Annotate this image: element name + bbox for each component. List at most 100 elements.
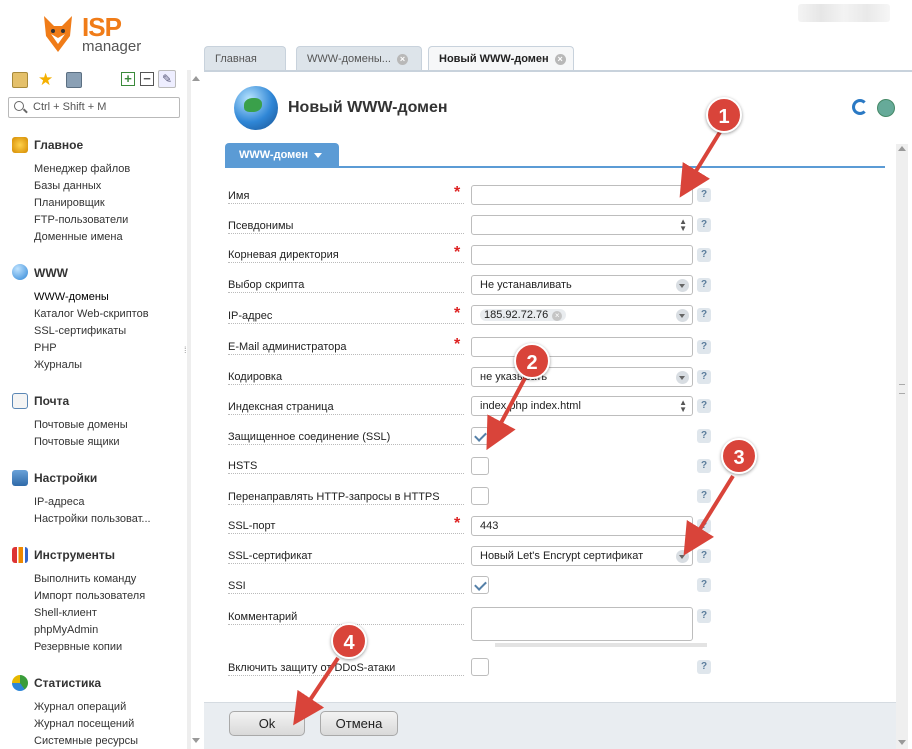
sidebar-section-statistics[interactable]: Статистика — [34, 676, 101, 690]
sidebar-item-system-resources[interactable]: Системные ресурсы — [34, 735, 138, 747]
sidebar-section-settings[interactable]: Настройки — [34, 471, 97, 485]
sidebar-item-backups[interactable]: Резервные копии — [34, 641, 122, 653]
expand-all-icon[interactable]: + — [121, 72, 135, 86]
sidebar-item-run-command[interactable]: Выполнить команду — [34, 573, 136, 585]
sidebar-item-import-user[interactable]: Импорт пользователя — [34, 590, 145, 602]
help-icon[interactable]: ? — [697, 578, 711, 592]
form-scrollbar[interactable] — [896, 144, 908, 749]
sidebar-item-ip-addresses[interactable]: IP-адреса — [34, 496, 84, 508]
close-icon[interactable]: × — [396, 54, 408, 65]
help-icon[interactable]: ? — [697, 248, 711, 262]
required-marker: * — [454, 336, 461, 353]
clipboard-icon[interactable] — [66, 72, 82, 88]
sidebar-item-php[interactable]: PHP — [34, 342, 57, 354]
sidebar-item-web-scripts[interactable]: Каталог Web-скриптов — [34, 308, 149, 320]
help-icon[interactable]: ? — [697, 660, 711, 674]
sidebar-scrollbar[interactable] — [190, 72, 202, 749]
sidebar-item-user-settings[interactable]: Настройки пользоват... — [34, 513, 151, 525]
redirect-https-checkbox[interactable] — [471, 487, 489, 505]
help-icon[interactable]: ? — [697, 609, 711, 623]
print-icon[interactable] — [877, 99, 895, 117]
tab-www-domains[interactable]: WWW-домены... × — [296, 46, 422, 70]
email-input[interactable] — [471, 337, 693, 357]
script-select[interactable]: Не устанавливать — [471, 275, 693, 295]
email-label: E-Mail администратора — [228, 341, 464, 355]
sidebar-section-tools[interactable]: Инструменты — [34, 548, 115, 562]
help-icon[interactable]: ? — [697, 429, 711, 443]
sidebar-item-mailboxes[interactable]: Почтовые ящики — [34, 436, 120, 448]
resize-icon[interactable]: ▲ ▼ — [679, 399, 687, 414]
sidebar-item-phpmyadmin[interactable]: phpMyAdmin — [34, 624, 98, 636]
sidebar-item-shell-client[interactable]: Shell-клиент — [34, 607, 97, 619]
sidebar-item-domain-names[interactable]: Доменные имена — [34, 231, 123, 243]
sidebar-splitter[interactable]: ⁞ — [184, 70, 191, 749]
help-icon[interactable]: ? — [697, 218, 711, 232]
user-avatar[interactable] — [798, 4, 890, 22]
redirect-https-label: Перенаправлять HTTP-запросы в HTTPS — [228, 491, 464, 505]
help-icon[interactable]: ? — [697, 370, 711, 384]
collapse-all-icon[interactable]: − — [140, 72, 154, 86]
ddos-checkbox[interactable] — [471, 658, 489, 676]
root-dir-input[interactable] — [471, 245, 693, 265]
sidebar-item-mail-domains[interactable]: Почтовые домены — [34, 419, 128, 431]
ok-button[interactable]: Ok — [229, 711, 305, 736]
isp-manager-logo[interactable]: ISP manager — [40, 12, 160, 56]
sidebar-item-www-domains[interactable]: WWW-домены — [34, 291, 109, 303]
ssl-port-input[interactable]: 443 — [471, 516, 693, 536]
pin-icon[interactable]: ✎ — [158, 70, 176, 88]
required-marker: * — [454, 184, 461, 201]
help-icon[interactable]: ? — [697, 399, 711, 413]
sidebar-section-main[interactable]: Главное — [34, 138, 83, 152]
ip-select[interactable]: 185.92.72.76 × — [471, 305, 693, 325]
help-icon[interactable]: ? — [697, 188, 711, 202]
help-icon[interactable]: ? — [697, 308, 711, 322]
help-icon[interactable]: ? — [697, 519, 711, 533]
page-title: Новый WWW-домен — [288, 99, 448, 116]
ssl-label: Защищенное соединение (SSL) — [228, 431, 464, 445]
subtab-underline — [225, 166, 885, 168]
subtab-www-domain[interactable]: WWW-домен — [225, 143, 339, 167]
fox-icon — [44, 16, 72, 52]
resize-icon[interactable]: ▲ ▼ — [679, 218, 687, 233]
tab-home[interactable]: Главная — [204, 46, 286, 70]
help-icon[interactable]: ? — [697, 489, 711, 503]
sidebar-item-ssl-certs[interactable]: SSL-сертификаты — [34, 325, 126, 337]
sidebar-item-file-manager[interactable]: Менеджер файлов — [34, 163, 130, 175]
sidebar-section-mail[interactable]: Почта — [34, 394, 69, 408]
refresh-icon[interactable] — [852, 99, 868, 115]
help-icon[interactable]: ? — [697, 340, 711, 354]
help-icon[interactable]: ? — [697, 278, 711, 292]
sidebar-item-visit-log[interactable]: Журнал посещений — [34, 718, 134, 730]
charset-select[interactable]: не указывать — [471, 367, 693, 387]
aliases-input[interactable]: ▲ ▼ — [471, 215, 693, 235]
index-label: Индексная страница — [228, 401, 464, 415]
tree-icon[interactable] — [12, 72, 28, 88]
sidebar-item-databases[interactable]: Базы данных — [34, 180, 101, 192]
logo-manager-text: manager — [82, 38, 142, 55]
ssl-cert-select[interactable]: Новый Let's Encrypt сертификат — [471, 546, 693, 566]
cancel-button[interactable]: Отмена — [320, 711, 398, 736]
chevron-down-icon — [676, 309, 689, 322]
tab-new-www-domain[interactable]: Новый WWW-домен × — [428, 46, 574, 70]
index-input[interactable]: index.php index.html ▲ ▼ — [471, 396, 693, 416]
sidebar-item-ftp-users[interactable]: FTP-пользователи — [34, 214, 128, 226]
chevron-down-icon — [676, 279, 689, 292]
ssl-checkbox[interactable] — [471, 427, 489, 445]
close-icon[interactable]: × — [552, 311, 563, 321]
hsts-label: HSTS — [228, 460, 464, 474]
comment-resize-handle[interactable] — [495, 643, 707, 647]
sidebar-item-operation-log[interactable]: Журнал операций — [34, 701, 126, 713]
name-input[interactable] — [471, 185, 693, 205]
ssi-checkbox[interactable] — [471, 576, 489, 594]
comment-textarea[interactable] — [471, 607, 693, 641]
sidebar-section-www[interactable]: WWW — [34, 266, 68, 280]
sidebar-item-scheduler[interactable]: Планировщик — [34, 197, 105, 209]
help-icon[interactable]: ? — [697, 459, 711, 473]
hsts-checkbox[interactable] — [471, 457, 489, 475]
aliases-label: Псевдонимы — [228, 220, 464, 234]
sidebar-item-logs[interactable]: Журналы — [34, 359, 82, 371]
star-icon[interactable]: ★ — [38, 70, 53, 90]
help-icon[interactable]: ? — [697, 549, 711, 563]
close-icon[interactable]: × — [554, 54, 566, 65]
search-input[interactable]: Ctrl + Shift + M — [8, 97, 180, 118]
